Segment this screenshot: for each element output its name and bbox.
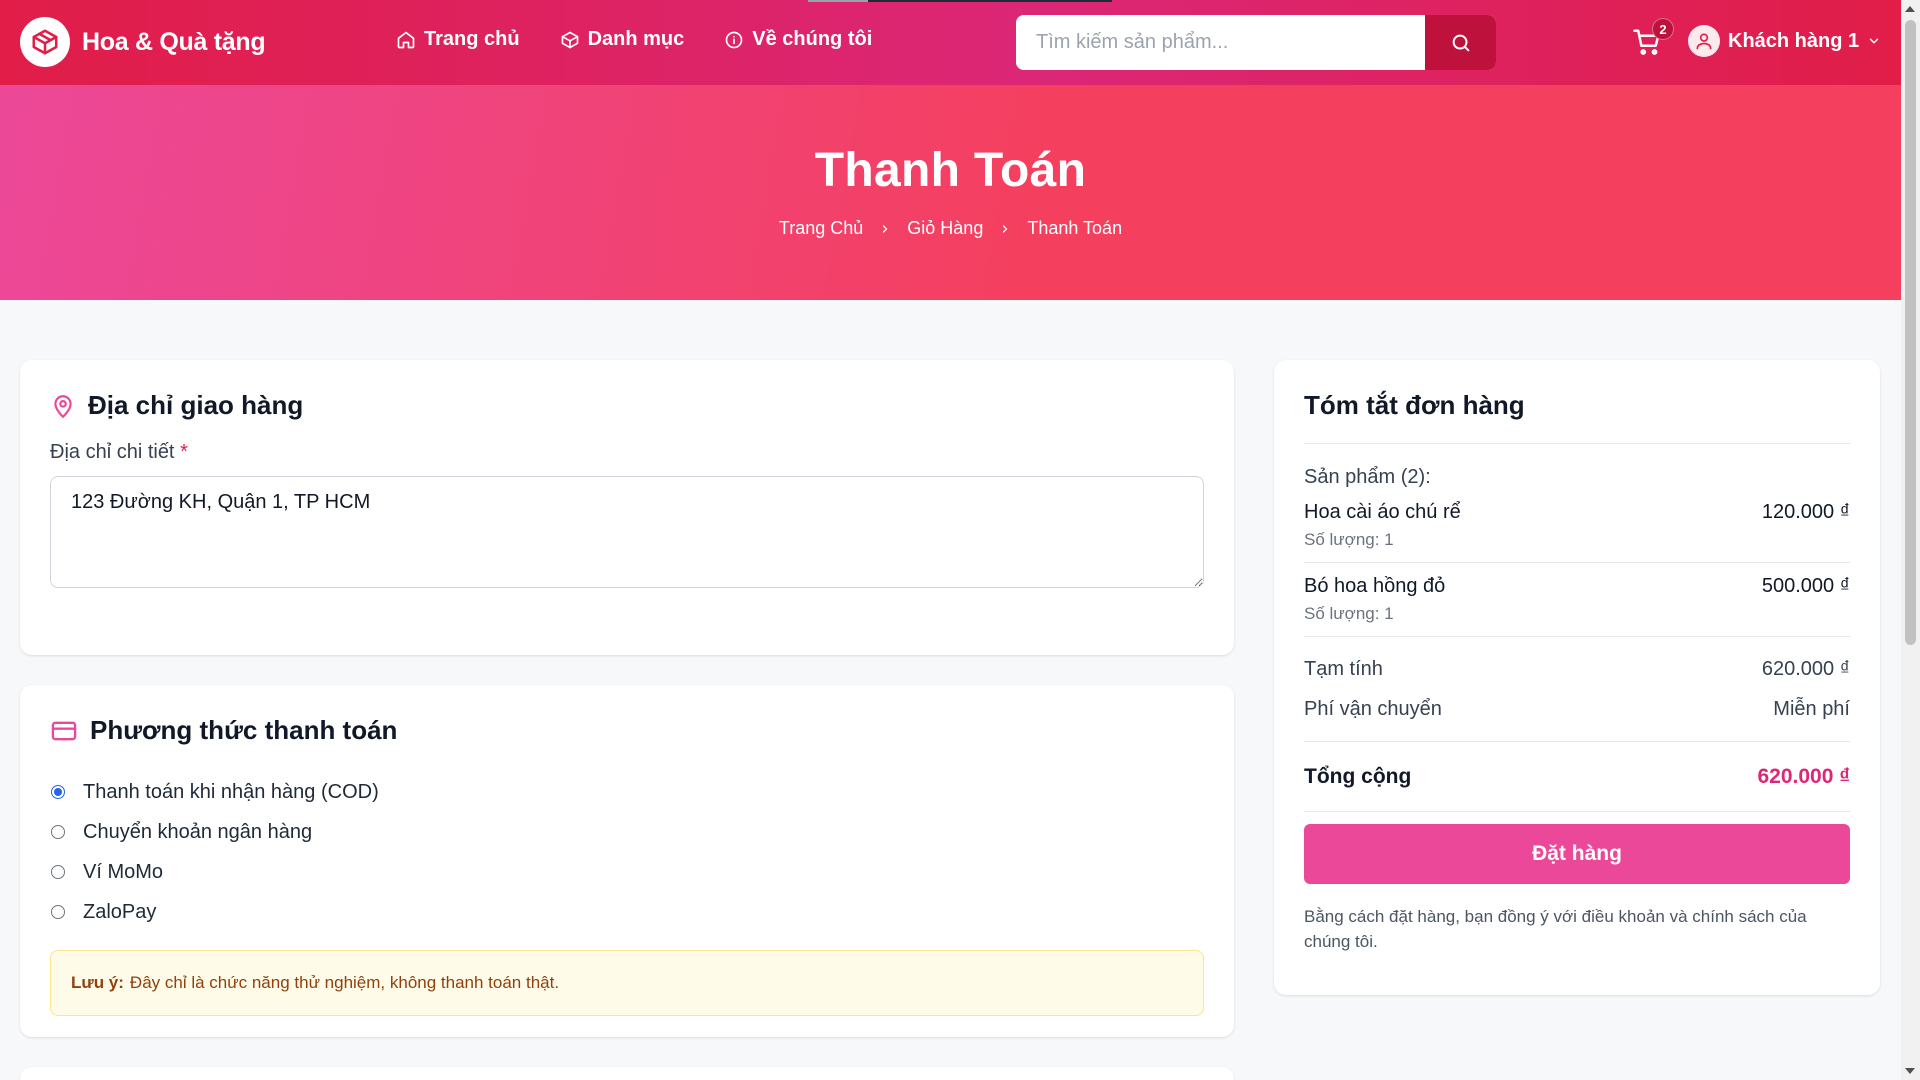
grand-total-row: Tổng cộng 620.000 ₫ bbox=[1304, 742, 1850, 812]
search-input[interactable] bbox=[1016, 15, 1425, 70]
main-nav: Trang chủ Danh mục Về chúng tôi bbox=[396, 28, 912, 51]
nav-about-label: Về chúng tôi bbox=[752, 28, 873, 50]
user-menu[interactable]: Khách hàng 1 bbox=[1688, 25, 1881, 57]
payment-option-label: ZaloPay bbox=[83, 900, 157, 923]
place-order-button[interactable]: Đặt hàng bbox=[1304, 824, 1850, 884]
top-navbar: Hoa & Quà tặng Trang chủ Danh mục Về chú… bbox=[0, 0, 1901, 85]
product-count: Sản phẩm (2): bbox=[1304, 466, 1431, 488]
payment-option-momo[interactable]: Ví MoMo bbox=[50, 852, 1204, 892]
breadcrumb-home[interactable]: Trang Chủ bbox=[779, 218, 863, 239]
item-name: Bó hoa hồng đỏ bbox=[1304, 575, 1446, 597]
shipping-label: Phí vận chuyển bbox=[1304, 697, 1442, 720]
subtotal-value: 620.000 ₫ bbox=[1761, 657, 1850, 680]
scroll-down-arrow-icon[interactable] bbox=[1905, 1068, 1915, 1074]
order-totals: Tạm tính 620.000 ₫ Phí vận chuyển Miễn p… bbox=[1304, 637, 1850, 742]
brand-logo-link[interactable]: Hoa & Quà tặng bbox=[20, 17, 266, 67]
payment-method-heading: Phương thức thanh toán bbox=[90, 715, 398, 745]
cart-button[interactable]: 2 bbox=[1632, 18, 1674, 62]
nav-home[interactable]: Trang chủ bbox=[396, 28, 520, 51]
required-mark: * bbox=[180, 441, 188, 463]
payment-option-zalopay[interactable]: ZaloPay bbox=[50, 892, 1204, 932]
radio-bank-transfer[interactable] bbox=[51, 825, 65, 839]
info-icon bbox=[725, 31, 743, 48]
nav-about[interactable]: Về chúng tôi bbox=[724, 28, 872, 51]
shipping-row: Phí vận chuyển Miễn phí bbox=[1304, 689, 1850, 729]
address-field-label: Địa chỉ chi tiết * bbox=[50, 441, 1204, 464]
map-pin-icon bbox=[54, 394, 72, 418]
radio-cod[interactable] bbox=[51, 785, 65, 799]
subtotal-row: Tạm tính 620.000 ₫ bbox=[1304, 649, 1850, 689]
total-label: Tổng cộng bbox=[1304, 764, 1412, 788]
breadcrumb-cart[interactable]: Giỏ Hàng bbox=[907, 218, 983, 239]
item-price: 500.000 ₫ bbox=[1761, 575, 1850, 597]
notice-text: Đây chỉ là chức năng thử nghiệm, không t… bbox=[129, 973, 560, 992]
search-button[interactable] bbox=[1425, 15, 1496, 70]
radio-momo[interactable] bbox=[51, 865, 65, 879]
item-quantity: Số lượng: 1 bbox=[1304, 604, 1394, 623]
item-quantity: Số lượng: 1 bbox=[1304, 530, 1394, 549]
box-icon bbox=[561, 31, 578, 48]
nav-categories[interactable]: Danh mục bbox=[560, 28, 685, 51]
breadcrumb-current: Thanh Toán bbox=[1027, 218, 1123, 238]
payment-method-card: Phương thức thanh toán Thanh toán khi nh… bbox=[20, 685, 1234, 1037]
subtotal-label: Tạm tính bbox=[1304, 657, 1383, 680]
search-bar bbox=[1016, 15, 1496, 70]
loading-indicator bbox=[808, 0, 1112, 2]
scroll-up-arrow-icon[interactable] bbox=[1905, 6, 1915, 12]
payment-option-label: Chuyển khoản ngân hàng bbox=[83, 820, 313, 843]
nav-categories-label: Danh mục bbox=[587, 28, 685, 50]
order-summary-title: Tóm tắt đơn hàng bbox=[1304, 390, 1850, 444]
shipping-address-card: Địa chỉ giao hàng Địa chỉ chi tiết * 123… bbox=[20, 360, 1234, 655]
payment-option-cod[interactable]: Thanh toán khi nhận hàng (COD) bbox=[50, 772, 1204, 812]
order-item: Hoa cài áo chú rể Số lượng: 1 120.000 ₫ bbox=[1304, 489, 1850, 563]
shipping-address-heading: Địa chỉ giao hàng bbox=[88, 390, 304, 420]
radio-zalopay[interactable] bbox=[51, 905, 65, 919]
shipping-value: Miễn phí bbox=[1773, 697, 1850, 720]
order-item: Bó hoa hồng đỏ Số lượng: 1 500.000 ₫ bbox=[1304, 563, 1850, 637]
total-value: 620.000 ₫ bbox=[1757, 764, 1850, 788]
address-textarea[interactable]: 123 Đường KH, Quận 1, TP HCM bbox=[50, 476, 1204, 588]
scroll-thumb[interactable] bbox=[1905, 20, 1916, 645]
payment-option-label: Thanh toán khi nhận hàng (COD) bbox=[83, 780, 379, 803]
notice-label: Lưu ý: bbox=[71, 973, 124, 992]
chevron-down-icon bbox=[1869, 38, 1879, 44]
payment-method-title: Phương thức thanh toán bbox=[50, 715, 1204, 746]
search-icon bbox=[1452, 34, 1469, 51]
payment-options: Thanh toán khi nhận hàng (COD) Chuyển kh… bbox=[50, 772, 1204, 932]
order-summary-card: Tóm tắt đơn hàng Sản phẩm (2): Hoa cài á… bbox=[1274, 360, 1880, 995]
page-scrollbar[interactable] bbox=[1901, 0, 1920, 1080]
gift-box-icon bbox=[20, 17, 70, 67]
chevron-right-icon bbox=[879, 223, 891, 235]
test-mode-notice: Lưu ý: Đây chỉ là chức năng thử nghiệm, … bbox=[50, 950, 1204, 1016]
terms-notice: Bằng cách đặt hàng, bạn đồng ý với điều … bbox=[1304, 907, 1807, 951]
address-label-text: Địa chỉ chi tiết bbox=[50, 441, 175, 463]
chevron-right-icon bbox=[999, 223, 1011, 235]
home-icon bbox=[397, 31, 415, 48]
credit-card-icon bbox=[51, 721, 77, 740]
brand-name: Hoa & Quà tặng bbox=[82, 27, 266, 56]
user-name: Khách hàng 1 bbox=[1728, 29, 1860, 52]
nav-home-label: Trang chủ bbox=[424, 28, 520, 50]
user-icon bbox=[1688, 25, 1720, 57]
page-hero: Thanh Toán Trang Chủ Giỏ Hàng Thanh Toán bbox=[0, 85, 1901, 300]
next-section-card bbox=[20, 1067, 1234, 1080]
item-price: 120.000 ₫ bbox=[1761, 501, 1850, 523]
page-title: Thanh Toán bbox=[814, 144, 1087, 197]
breadcrumb: Trang Chủ Giỏ Hàng Thanh Toán bbox=[0, 218, 1901, 239]
payment-option-label: Ví MoMo bbox=[83, 860, 164, 883]
cart-count-badge: 2 bbox=[1652, 18, 1674, 40]
item-name: Hoa cài áo chú rể bbox=[1304, 501, 1461, 523]
shipping-address-title: Địa chỉ giao hàng bbox=[50, 390, 1204, 421]
payment-option-bank-transfer[interactable]: Chuyển khoản ngân hàng bbox=[50, 812, 1204, 852]
